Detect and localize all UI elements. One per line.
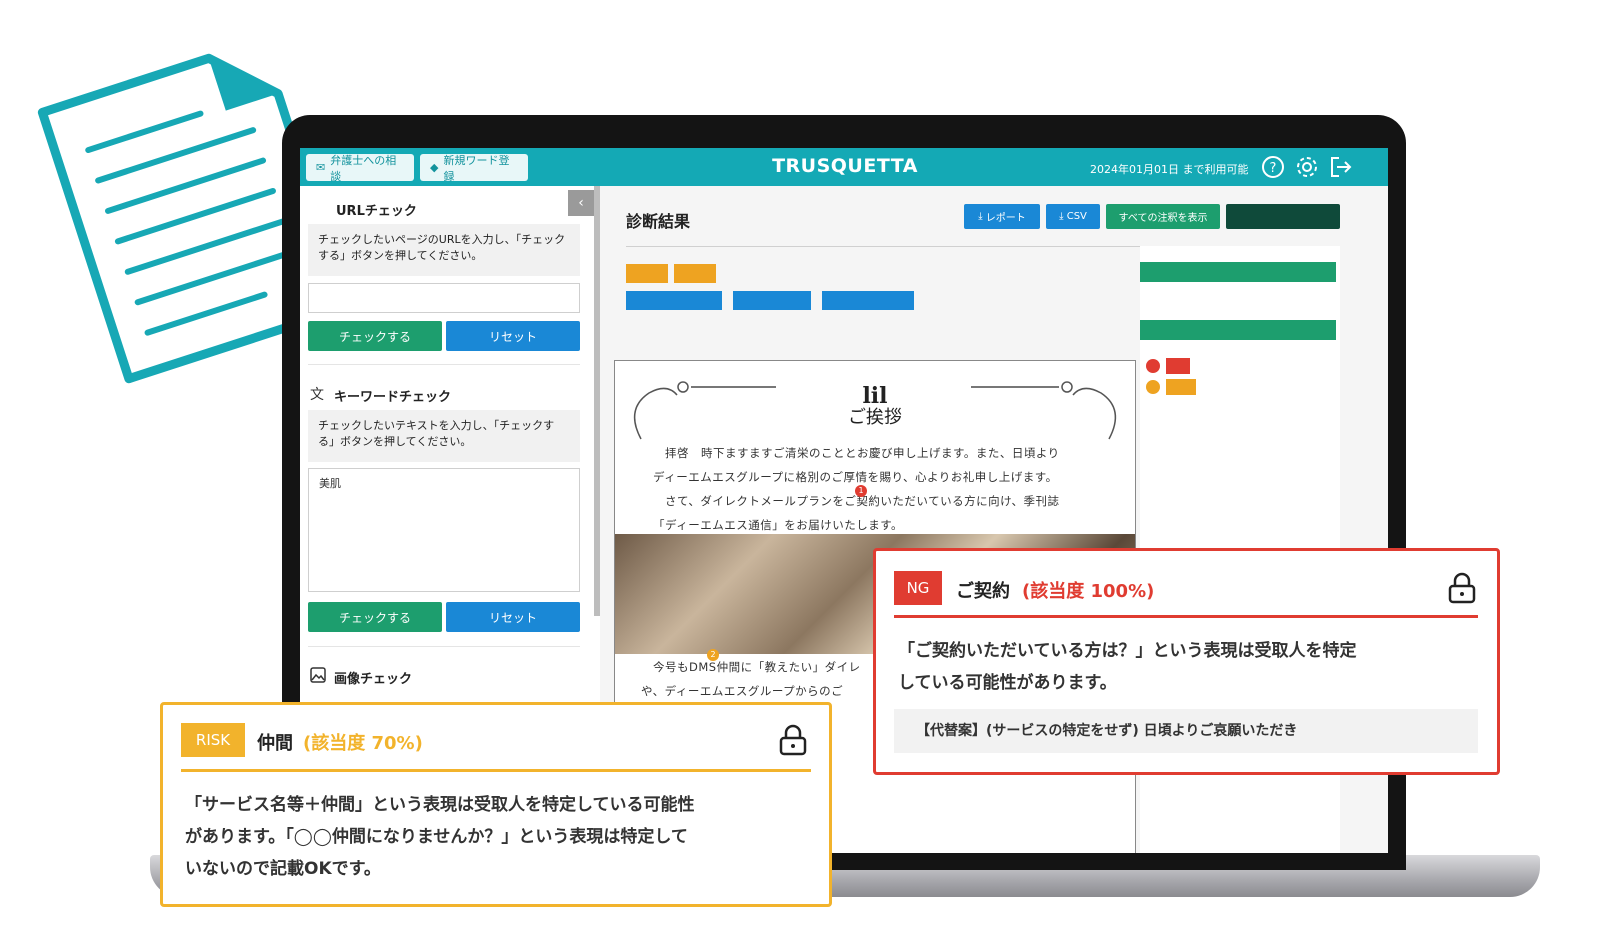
risk-badge: RISK xyxy=(181,723,245,757)
document-line: 拝啓 時下ますますご清栄のこととお慶び申し上げます。また、日頃より xyxy=(665,446,1060,460)
chat-icon: ✉ xyxy=(316,161,326,174)
risk-annotation-popup: RISK 仲間 (該当度 70%) 「サービス名等＋仲間」という表現は受取人を特… xyxy=(160,702,832,907)
ng-badge: NG xyxy=(894,571,942,605)
risk-score: (該当度 70%) xyxy=(303,733,423,754)
keyword-check-description: チェックしたいテキストを入力し、「チェックする」ボタンを押してください。 xyxy=(308,410,580,462)
consult-lawyer-label: 弁護士への相談 xyxy=(330,153,397,183)
url-check-button[interactable]: チェックする xyxy=(308,321,442,351)
dark-action-button[interactable] xyxy=(1226,204,1340,229)
collapse-panel-button[interactable]: ‹ xyxy=(568,190,594,216)
ng-term: ご契約 xyxy=(956,581,1010,602)
tag-icon: ◆ xyxy=(430,161,439,174)
report-label: レポート xyxy=(985,213,1026,224)
section-divider xyxy=(308,646,580,647)
lock-icon[interactable] xyxy=(777,723,809,757)
image-check-title: 画像チェック xyxy=(334,672,413,687)
ng-explanation-line: 「ご契約いただいている方は？」という表現は受取人を特定 xyxy=(898,641,1357,661)
url-check-title: URLチェック xyxy=(336,204,417,219)
translate-icon: 文 xyxy=(310,387,324,403)
ng-legend xyxy=(1166,358,1190,374)
risk-marker[interactable]: 2 xyxy=(707,649,719,661)
result-title: 診断結果 xyxy=(626,212,691,231)
ng-explanation-line: している可能性があります。 xyxy=(898,673,1117,693)
risk-explanation-line: いないので記載OKです。 xyxy=(185,859,381,879)
info-chip[interactable] xyxy=(822,291,914,310)
csv-label: CSV xyxy=(1066,211,1087,222)
ng-marker[interactable]: 1 xyxy=(855,485,867,497)
url-reset-button[interactable]: リセット xyxy=(446,321,580,351)
ng-underline xyxy=(894,615,1478,618)
expiry-text: 2024年01月01日 まで利用可能 xyxy=(1090,163,1249,176)
csv-download-button[interactable]: ⤓ CSV xyxy=(1046,204,1100,229)
brand-title: TRUSQUETTA xyxy=(772,155,918,177)
keyword-check-button[interactable]: チェックする xyxy=(308,602,442,632)
risk-explanation-line: 「サービス名等＋仲間」という表現は受取人を特定している可能性 xyxy=(185,795,695,815)
show-all-annotations-button[interactable]: すべての注釈を表示 xyxy=(1106,204,1220,229)
document-title: ご挨拶 xyxy=(848,407,902,428)
keyword-textarea[interactable]: 美肌 xyxy=(308,468,580,592)
risk-explanation-line: があります。「◯◯仲間になりませんか？」という表現は特定して xyxy=(185,827,688,847)
svg-text:?: ? xyxy=(1270,161,1277,176)
image-icon xyxy=(310,667,326,683)
document-line: 「ディーエムエス通信」をお届けいたします。 xyxy=(653,518,904,532)
download-icon: ⤓ xyxy=(978,211,986,222)
url-input[interactable] xyxy=(308,283,580,313)
risk-chip[interactable] xyxy=(674,264,716,283)
ng-annotation-popup: NG ご契約 (該当度 100%) 「ご契約いただいている方は？」という表現は受… xyxy=(873,548,1500,775)
logout-icon[interactable] xyxy=(1328,154,1354,180)
settings-icon[interactable] xyxy=(1294,154,1320,180)
risk-dot xyxy=(1146,380,1160,394)
keyword-reset-button[interactable]: リセット xyxy=(446,602,580,632)
register-word-button[interactable]: ◆ 新規ワード登録 xyxy=(420,153,528,183)
document-line: ディーエムエスグループに格別のご厚情を賜り、心よりお礼申し上げます。 xyxy=(653,470,1058,484)
consult-lawyer-button[interactable]: ✉ 弁護士への相談 xyxy=(306,153,414,183)
keyword-check-title: キーワードチェック xyxy=(334,390,452,405)
risk-legend xyxy=(1166,379,1196,395)
report-download-button[interactable]: ⤓ レポート xyxy=(964,204,1040,229)
help-icon[interactable]: ? xyxy=(1260,154,1286,180)
ng-alternative: 【代替案】(サービスの特定をせず) 日頃よりご哀願いただき xyxy=(894,709,1478,753)
download-icon: ⤓ xyxy=(1059,211,1067,222)
top-bar: ✉ 弁護士への相談 ◆ 新規ワード登録 TRUSQUETTA 2024年01月0… xyxy=(300,148,1388,186)
ng-score: (該当度 100%) xyxy=(1022,581,1155,602)
info-chip[interactable] xyxy=(626,291,722,310)
risk-term: 仲間 xyxy=(257,733,293,754)
url-check-description: チェックしたいページのURLを入力し、「チェックする」ボタンを押してください。 xyxy=(308,224,580,276)
lock-icon[interactable] xyxy=(1446,571,1478,605)
document-line: さて、ダイレクトメールプランをご契約いただいている方に向け、季刊誌 xyxy=(665,494,1060,508)
annotation-bar xyxy=(1140,320,1336,340)
annotation-bar xyxy=(1140,262,1336,282)
risk-underline xyxy=(181,769,811,772)
risk-chip[interactable] xyxy=(626,264,668,283)
section-divider xyxy=(308,364,580,365)
ng-dot xyxy=(1146,359,1160,373)
register-word-label: 新規ワード登録 xyxy=(443,153,510,183)
info-chip[interactable] xyxy=(733,291,811,310)
